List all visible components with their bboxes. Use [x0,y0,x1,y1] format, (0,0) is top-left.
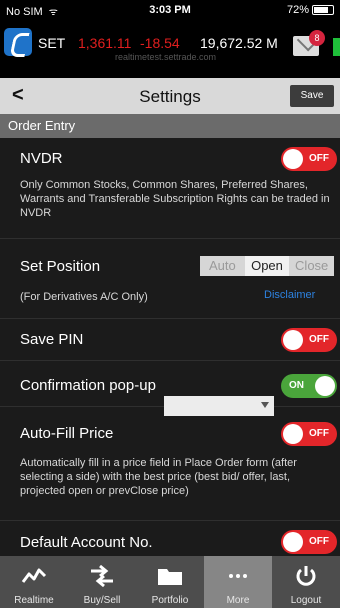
segment-open[interactable]: Open [244,256,290,276]
toggle-label: OFF [309,536,329,547]
section-header-order-entry: Order Entry [0,114,340,138]
battery-icon [312,5,334,15]
realtime-chart-icon [0,564,68,588]
navigation-bar: < Settings Save [0,78,340,114]
power-icon [272,564,340,588]
nvdr-description: Only Common Stocks, Common Shares, Prefe… [20,179,330,219]
auto-fill-toggle[interactable]: OFF [281,422,337,446]
auto-fill-description: Automatically fill in a price field in P… [20,457,297,497]
ticker-price: 1,361.11 [78,35,132,51]
tab-logout[interactable]: Logout [272,556,340,608]
buy-sell-icon [68,564,136,588]
tab-label: Logout [290,595,322,606]
toggle-label: OFF [309,428,329,439]
ticker-subtext: realtimetest.settrade.com [115,52,217,62]
confirmation-toggle[interactable]: ON [281,374,337,398]
portfolio-folder-icon [136,564,204,588]
tab-label: Realtime [14,595,54,606]
disclaimer-link[interactable]: Disclaimer [264,289,315,301]
segment-auto[interactable]: Auto [200,256,245,276]
page-title: Settings [139,87,201,106]
status-bar: No SIM ᯤ 3:03 PM 72% [0,0,340,22]
divider [0,360,340,361]
battery-status: 72% [287,4,334,16]
tab-realtime[interactable]: Realtime [0,556,68,608]
toggle-knob [283,424,303,444]
toggle-knob [283,532,303,552]
tab-more[interactable]: More [204,556,272,608]
tab-portfolio[interactable]: Portfolio [136,556,204,608]
toggle-knob [283,149,303,169]
battery-percent: 72% [286,4,309,16]
save-pin-toggle[interactable]: OFF [281,328,337,352]
bottom-tab-bar: Realtime Buy/Sell Portfolio More Logout [0,556,340,608]
nvdr-title: NVDR [20,150,63,167]
side-indicator [333,38,340,56]
ticker-index: SET [38,35,66,51]
toggle-knob [315,376,335,396]
ticker-change: -18.54 [140,35,180,51]
segment-close[interactable]: Close [289,256,335,276]
save-pin-title: Save PIN [20,331,84,348]
toggle-label: ON [289,380,304,391]
mail-badge: 8 [309,30,325,46]
set-position-segmented-control[interactable]: Auto Open Close [200,256,335,276]
set-position-title: Set Position [20,258,101,275]
tab-label: More [226,595,250,606]
nvdr-toggle[interactable]: OFF [281,147,337,171]
market-ticker: SET 1,361.11 -18.54 19,672.52 M realtime… [0,22,340,66]
app-logo-icon [4,28,32,56]
default-account-toggle[interactable]: OFF [281,530,337,554]
default-account-select[interactable] [164,396,274,416]
more-dots-icon [204,564,272,588]
auto-fill-title: Auto-Fill Price [20,425,114,442]
tab-label: Buy/Sell [83,595,121,606]
dropdown-arrow-icon [261,402,269,408]
toggle-label: OFF [309,334,329,345]
default-account-title: Default Account No. [20,534,153,551]
set-position-note: (For Derivatives A/C Only) [20,291,148,303]
confirmation-title: Confirmation pop-up [20,377,156,394]
divider [0,520,340,521]
tab-label: Portfolio [151,595,189,606]
divider [0,238,340,239]
settings-list: NVDR OFF Only Common Stocks, Common Shar… [0,138,340,556]
toggle-label: OFF [309,153,329,164]
ticker-value: 19,672.52 M [200,35,278,51]
toggle-knob [283,330,303,350]
save-button[interactable]: Save [290,85,334,107]
divider [0,318,340,319]
tab-buy-sell[interactable]: Buy/Sell [68,556,136,608]
